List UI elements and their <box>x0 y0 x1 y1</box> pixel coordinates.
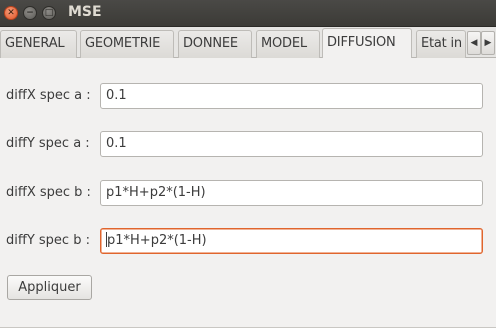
diffx-spec-b-label: diffX spec b : <box>6 185 91 200</box>
window-title: MSE <box>68 4 102 20</box>
diffy-spec-b-input[interactable]: p1*H+p2*(1-H) <box>100 228 483 254</box>
diffx-spec-a-label: diffX spec a : <box>6 88 91 103</box>
tab-general[interactable]: GENERAL <box>0 30 77 58</box>
minimize-icon[interactable]: − <box>23 6 37 20</box>
apply-button[interactable]: Appliquer <box>7 275 92 300</box>
tab-diffusion[interactable]: DIFFUSION <box>322 28 412 58</box>
diffx-spec-a-input[interactable]: 0.1 <box>100 83 483 109</box>
diffy-spec-a-input[interactable]: 0.1 <box>100 131 483 157</box>
chevron-left-icon[interactable]: ◀ <box>467 31 481 55</box>
chevron-right-icon[interactable]: ▶ <box>481 31 495 55</box>
tab-geometrie[interactable]: GEOMETRIE <box>80 30 174 58</box>
tab-bar: GENERAL GEOMETRIE DONNEE MODEL DIFFUSION… <box>0 27 496 58</box>
diffy-spec-b-label: diffY spec b : <box>6 233 90 248</box>
maximize-icon[interactable]: □ <box>42 6 56 20</box>
title-bar[interactable]: ✕ − □ MSE <box>0 0 496 27</box>
tab-donnee[interactable]: DONNEE <box>178 30 252 58</box>
tab-etat-initial[interactable]: Etat in <box>416 30 466 58</box>
diffy-spec-b-value: p1*H+p2*(1-H) <box>107 233 207 248</box>
close-icon[interactable]: ✕ <box>4 6 18 20</box>
tab-model[interactable]: MODEL <box>256 30 320 58</box>
diffx-spec-b-input[interactable]: p1*H+p2*(1-H) <box>100 180 483 206</box>
diffy-spec-a-label: diffY spec a : <box>6 136 90 151</box>
app-window: ✕ − □ MSE GENERAL GEOMETRIE DONNEE MODEL… <box>0 0 496 328</box>
